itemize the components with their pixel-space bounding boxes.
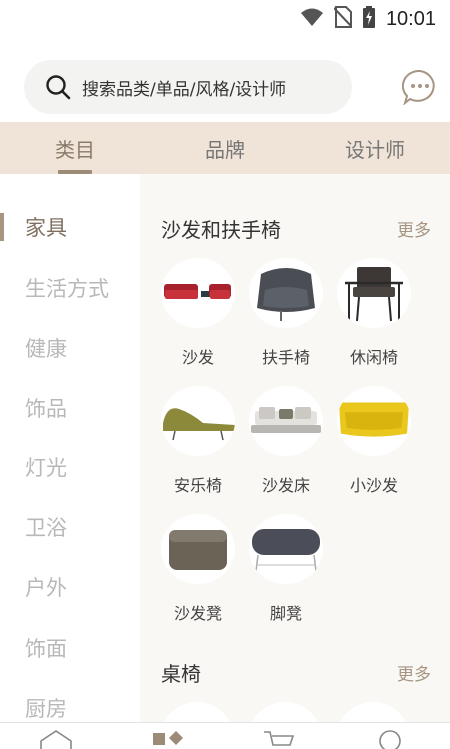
subcategory-item[interactable]: 脚凳 (248, 514, 324, 624)
grey-armchair-image (249, 258, 323, 328)
sidebar-item-bathroom[interactable]: 卫浴 (0, 497, 140, 557)
nav-category[interactable] (150, 729, 184, 749)
sidebar-item-label: 厨房 (25, 697, 67, 721)
sofa-bed-image (249, 386, 323, 456)
pouf-image (161, 514, 235, 584)
no-sim-icon (333, 6, 353, 32)
subcategory-label: 脚凳 (269, 604, 302, 623)
sidebar-item-lifestyle[interactable]: 生活方式 (0, 258, 140, 318)
footstool-image (249, 514, 323, 584)
subcategory-item[interactable]: 扶手椅 (248, 258, 324, 368)
subcategory-item[interactable]: 安乐椅 (160, 386, 236, 496)
search-placeholder: 搜索品类/单品/风格/设计师 (82, 79, 287, 100)
subcategory-label: 沙发凳 (173, 604, 222, 623)
subcategory-label: 小沙发 (349, 476, 398, 495)
profile-icon (373, 729, 407, 749)
status-time: 10:01 (385, 7, 436, 30)
sidebar-item-label: 卫浴 (25, 516, 67, 540)
nav-home[interactable] (39, 729, 73, 749)
table-chair-thumbnail[interactable] (248, 702, 322, 724)
battery-charging-icon (362, 6, 376, 32)
sidebar-active-marker (0, 213, 4, 241)
subcategory-item[interactable]: 沙发凳 (160, 514, 236, 624)
sidebar-item-label: 饰品 (25, 397, 67, 421)
category-content: 沙发和扶手椅 更多 沙发 扶手椅 休闲椅 安乐椅 沙发床 小沙发 沙发凳 脚凳 … (140, 174, 450, 724)
subcategory-item[interactable]: 休闲椅 (336, 258, 412, 368)
subcategory-label: 休闲椅 (349, 348, 398, 367)
chaise-lounge-image (161, 386, 235, 456)
sidebar-item-decor[interactable]: 饰品 (0, 378, 140, 438)
home-icon (39, 729, 73, 749)
subcategory-item[interactable]: 小沙发 (336, 386, 412, 496)
sidebar-item-label: 健康 (25, 337, 67, 361)
cart-icon (262, 729, 296, 749)
status-icons: 10:01 (300, 6, 436, 32)
yellow-small-sofa-image (337, 386, 411, 456)
more-link[interactable]: 更多 (397, 216, 431, 241)
tab-label: 品牌 (205, 137, 245, 162)
subcategory-label: 扶手椅 (261, 348, 310, 367)
sidebar-item-lighting[interactable]: 灯光 (0, 437, 140, 497)
sidebar-item-outdoor[interactable]: 户外 (0, 557, 140, 617)
sidebar-item-furniture[interactable]: 家具 (0, 197, 140, 257)
search-row: 搜索品类/单品/风格/设计师 (0, 60, 450, 114)
bottom-navigation (0, 722, 450, 749)
leather-lounge-chair-image (337, 258, 411, 328)
tab-category[interactable]: 类目 (0, 122, 150, 174)
sidebar-item-kitchen[interactable]: 厨房 (0, 678, 140, 724)
category-tabs: 类目 品牌 设计师 (0, 122, 450, 174)
subcategory-label: 沙发床 (261, 476, 310, 495)
sidebar-item-label: 家具 (25, 216, 67, 240)
red-sofa-image (161, 258, 235, 328)
search-icon (44, 73, 72, 101)
sidebar-item-finishes[interactable]: 饰面 (0, 618, 140, 678)
subcategory-label: 安乐椅 (173, 476, 222, 495)
section-header: 桌椅 更多 (161, 657, 431, 687)
tab-designer[interactable]: 设计师 (300, 122, 450, 174)
table-chair-thumbnail[interactable] (160, 702, 234, 724)
nav-cart[interactable] (262, 729, 296, 749)
subcategory-item[interactable]: 沙发床 (248, 386, 324, 496)
search-input[interactable]: 搜索品类/单品/风格/设计师 (24, 60, 352, 114)
table-chair-thumbnail[interactable] (336, 702, 410, 724)
status-bar: 10:01 (0, 0, 450, 36)
message-button[interactable] (401, 69, 438, 106)
category-sidebar: 家具 生活方式 健康 饰品 灯光 卫浴 户外 饰面 厨房 (0, 174, 140, 724)
tab-label: 设计师 (345, 137, 405, 162)
section-header: 沙发和扶手椅 更多 (161, 213, 431, 243)
sidebar-item-label: 生活方式 (25, 277, 109, 301)
sidebar-item-label: 灯光 (25, 456, 67, 480)
nav-profile[interactable] (373, 729, 407, 749)
tab-brand[interactable]: 品牌 (150, 122, 300, 174)
more-link[interactable]: 更多 (397, 660, 431, 685)
section-title: 桌椅 (161, 661, 201, 686)
section-title: 沙发和扶手椅 (161, 217, 281, 242)
chat-bubble-icon (401, 69, 438, 109)
wifi-icon (300, 7, 324, 31)
sidebar-item-label: 饰面 (25, 637, 67, 661)
sidebar-item-health[interactable]: 健康 (0, 318, 140, 378)
sidebar-item-label: 户外 (25, 576, 67, 600)
category-icon (150, 729, 184, 749)
subcategory-label: 沙发 (181, 348, 214, 367)
tab-label: 类目 (55, 137, 95, 162)
subcategory-item[interactable]: 沙发 (160, 258, 236, 368)
